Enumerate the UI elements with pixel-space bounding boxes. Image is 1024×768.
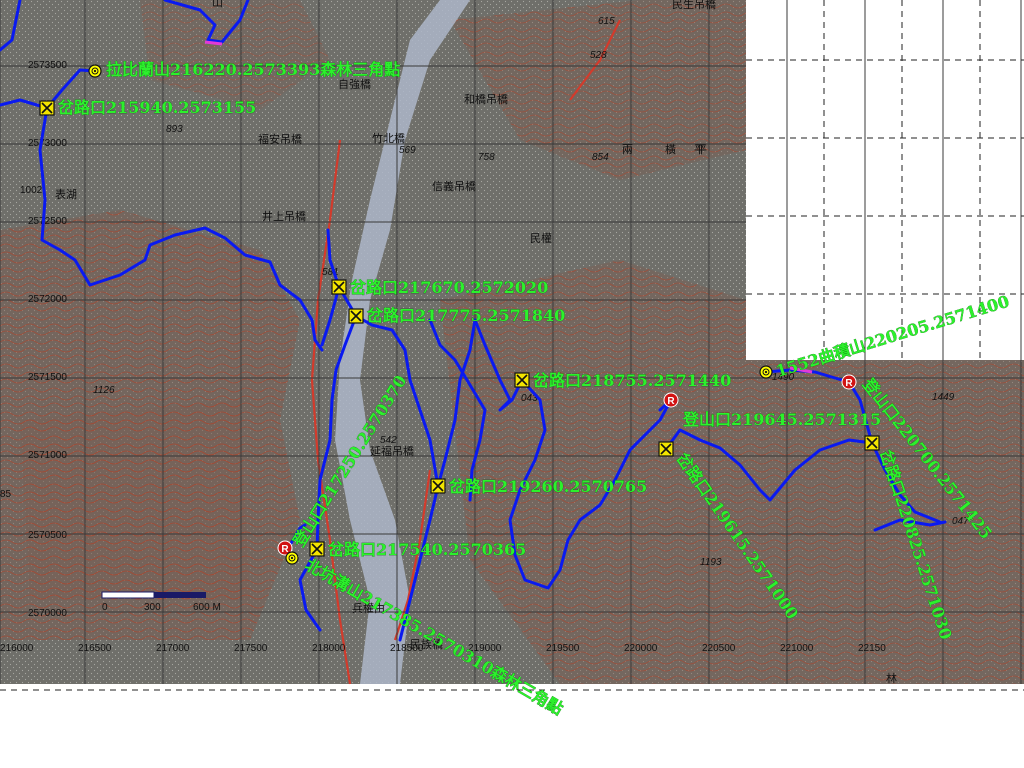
place-label: 林 [886,671,897,685]
place-label: 民生吊橋 [672,0,716,11]
place-label: 和橋吊橋 [464,92,508,106]
grid-y-label: 2572000 [28,294,67,305]
junction-icon [430,478,446,494]
edge-elevation-label: 85 [0,489,12,500]
elevation-label: 528 [590,50,607,61]
place-label: 信義吊橋 [432,179,476,193]
waypoint[interactable]: 岔路口217670.2572020 [331,278,549,297]
grid-y-label: 2573500 [28,60,67,71]
waypoint-label: 岔路口215940.2573155 [58,98,256,117]
svg-text:R: R [667,396,675,407]
waypoint-label: 岔路口219260.2570765 [449,477,647,496]
waypoint-label: 岔路口217670.2572020 [350,278,548,297]
grid-x-label: 217500 [234,643,268,654]
trig-point-icon [759,365,773,379]
waypoint[interactable]: 岔路口215940.2573155 [39,98,257,117]
place-label: 福安吊橋 [258,132,302,146]
junction-icon [331,279,347,295]
waypoint-label: 岔路口218755.2571440 [533,371,731,390]
edge-elevation-label: 1002 [20,185,43,196]
grid-x-label: 218000 [312,643,346,654]
place-label: 井上吊橋 [262,209,306,223]
elevation-label: 1126 [93,385,115,396]
place-label: 兩 [622,143,633,156]
trig-point-icon [285,551,299,565]
junction-icon [864,435,880,451]
waypoint[interactable]: 岔路口218755.2571440 [514,371,732,390]
grid-x-label: 219500 [546,643,580,654]
junction-icon [309,541,325,557]
place-label: 平 [694,143,705,156]
elevation-label: 542 [380,435,397,446]
place-label: 山 [212,0,223,9]
elevation-label: 569 [399,145,416,156]
place-label: 自強橋 [338,77,371,91]
grid-x-label: 220000 [624,643,658,654]
place-label: 延福吊橋 [370,444,414,458]
elevation-label: 1193 [700,557,722,568]
waypoint-label: 拉比蘭山216220.2573393森林三角點 [106,60,400,79]
rest-icon: R [663,392,679,408]
waypoint[interactable]: 岔路口217540.2570365 [309,540,527,559]
place-label: 民權 [530,232,552,245]
waypoint-label: 岔路口217540.2570365 [328,540,526,559]
grid-y-label: 2573000 [28,138,67,149]
svg-text:R: R [845,378,853,389]
waypoint[interactable]: 拉比蘭山216220.2573393森林三角點 [88,60,401,79]
scale-label-600: 600 M [193,602,221,613]
place-label: 橫 [665,142,676,156]
elevation-label: 615 [598,16,615,27]
elevation-label: 1449 [932,392,955,403]
place-label: 表湖 [55,187,77,201]
grid-y-label: 2571000 [28,450,67,461]
grid-x-label: 216500 [78,643,112,654]
grid-y-label: 2570000 [28,608,67,619]
place-label: 竹北橋 [372,131,405,145]
waypoint-label: 岔路口217775.2571840 [367,306,565,325]
waypoint-label: 登山口219645.2571315 [682,410,881,429]
junction-icon [348,308,364,324]
grid-x-label: 221000 [780,643,814,654]
grid-x-label: 22150 [858,643,886,654]
junction-icon [658,441,674,457]
junction-icon [514,372,530,388]
scale-label-300: 300 [144,602,161,613]
elevation-label: 854 [592,152,609,163]
elevation-label: 758 [478,152,495,163]
grid-y-label: 2572500 [28,216,67,227]
rest-icon: R [841,374,857,390]
grid-y-label: 2571500 [28,372,67,383]
grid-x-label: 216000 [0,643,34,654]
waypoint[interactable]: 岔路口219260.2570765 [430,477,648,496]
grid-x-label: 217000 [156,643,190,654]
trig-point-icon [88,64,102,78]
grid-y-label: 2570500 [28,530,67,541]
junction-icon [39,100,55,116]
grid-x-label: 220500 [702,643,736,654]
scale-label-0: 0 [102,602,108,613]
waypoint[interactable]: 岔路口217775.2571840 [348,306,566,325]
topographic-map[interactable]: 216000 216500 217000 217500 218000 218500 2190… [0,0,1024,768]
elevation-label: 893 [166,124,183,135]
